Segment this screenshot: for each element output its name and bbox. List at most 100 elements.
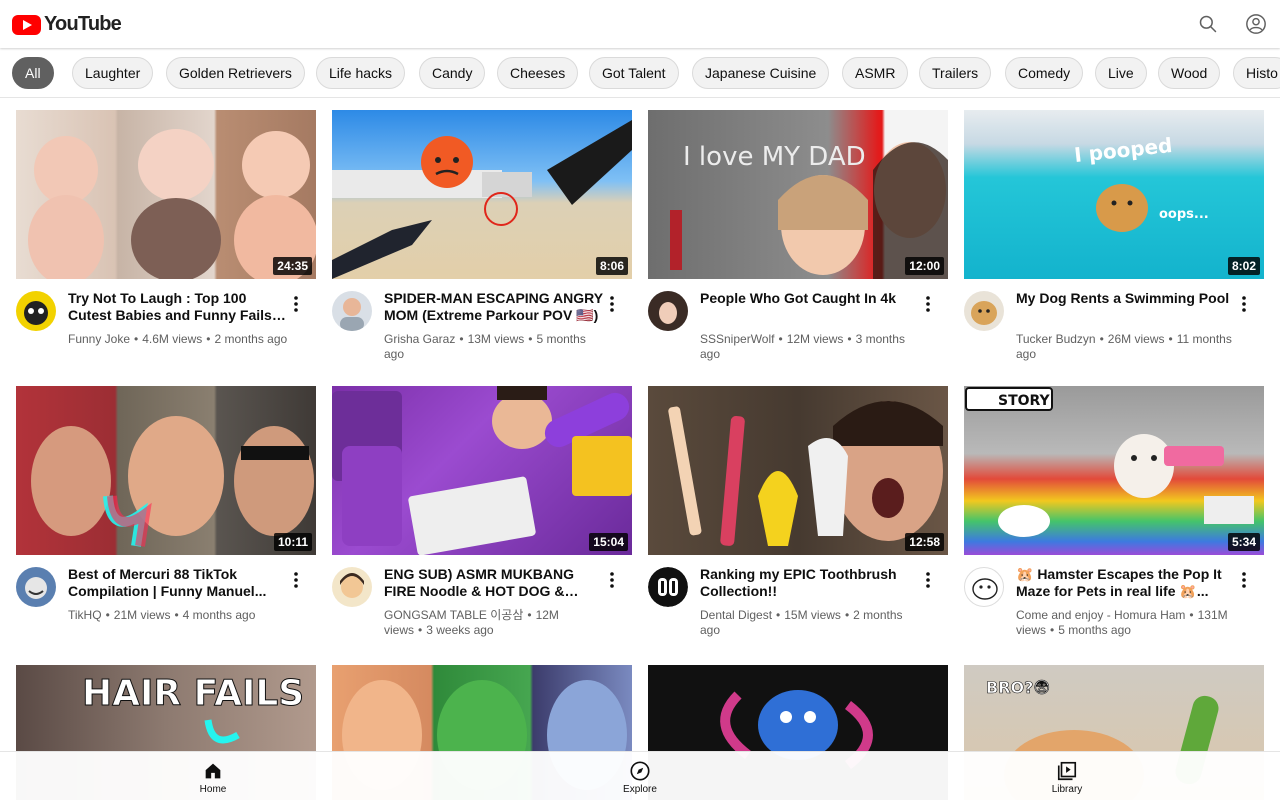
account-button[interactable] bbox=[1244, 12, 1268, 36]
more-options-button[interactable] bbox=[920, 568, 936, 592]
nav-explore-label: Explore bbox=[623, 784, 657, 795]
thumbnail-art bbox=[28, 129, 316, 279]
chip-history[interactable]: Histo bbox=[1233, 57, 1280, 89]
bottom-navigation: Home Explore Library bbox=[0, 751, 1280, 800]
search-icon bbox=[1199, 15, 1217, 33]
avatar-image bbox=[648, 291, 688, 331]
chip-japanese-cuisine[interactable]: Japanese Cuisine bbox=[692, 57, 830, 89]
video-title[interactable]: ENG SUB) ASMR MUKBANG FIRE Noodle & HOT … bbox=[384, 566, 604, 600]
chip-live[interactable]: Live bbox=[1095, 57, 1147, 89]
channel-avatar[interactable] bbox=[964, 291, 1004, 331]
channel-avatar[interactable] bbox=[332, 567, 372, 607]
channel-avatar[interactable] bbox=[332, 291, 372, 331]
more-vert-icon bbox=[926, 296, 930, 312]
video-thumbnail[interactable]: 10:11 bbox=[16, 386, 316, 555]
chip-got-talent[interactable]: Got Talent bbox=[589, 57, 679, 89]
channel-name[interactable]: SSSniperWolf bbox=[700, 332, 774, 346]
chip-wood[interactable]: Wood bbox=[1158, 57, 1221, 89]
nav-library-label: Library bbox=[1051, 784, 1083, 795]
video-title[interactable]: People Who Got Caught In 4k bbox=[700, 290, 920, 307]
more-options-button[interactable] bbox=[920, 292, 936, 316]
video-duration: 8:06 bbox=[595, 257, 628, 275]
video-meta: Grisha Garaz • 13M views • 5 months ago bbox=[384, 332, 586, 361]
video-title[interactable]: Try Not To Laugh : Top 100 Cutest Babies… bbox=[68, 290, 288, 324]
video-thumbnail[interactable]: 24:35 bbox=[16, 110, 316, 279]
nav-library[interactable]: Library bbox=[1027, 760, 1107, 795]
video-duration: 15:04 bbox=[589, 533, 628, 551]
video-thumbnail[interactable]: 12:58 bbox=[648, 386, 948, 555]
channel-name[interactable]: Funny Joke bbox=[68, 332, 130, 346]
avatar-image bbox=[648, 567, 688, 607]
video-title[interactable]: My Dog Rents a Swimming Pool bbox=[1016, 290, 1236, 307]
channel-name[interactable]: Dental Digest bbox=[700, 608, 772, 622]
video-meta: GONGSAM TABLE 이공삼 • 12M views • 3 weeks ago bbox=[384, 608, 559, 637]
video-thumbnail[interactable]: I love MY DAD 12:00 bbox=[648, 110, 948, 279]
channel-name[interactable]: Grisha Garaz bbox=[384, 332, 455, 346]
video-thumbnail[interactable]: STORY 5:34 bbox=[964, 386, 1264, 555]
video-thumbnail[interactable]: 15:04 bbox=[332, 386, 632, 555]
chip-laughter[interactable]: Laughter bbox=[72, 57, 154, 89]
more-options-button[interactable] bbox=[288, 292, 304, 316]
video-thumbnail[interactable]: I pooped oops... 8:02 bbox=[964, 110, 1264, 279]
video-meta: TikHQ • 21M views • 4 months ago bbox=[68, 608, 256, 622]
avatar-image bbox=[971, 301, 997, 325]
chip-golden-retrievers[interactable]: Golden Retrievers bbox=[166, 57, 305, 89]
more-options-button[interactable] bbox=[1236, 568, 1252, 592]
video-duration: 5:34 bbox=[1227, 533, 1260, 551]
library-icon bbox=[1057, 761, 1077, 781]
more-vert-icon bbox=[294, 296, 298, 312]
video-thumbnail[interactable]: 8:06 bbox=[332, 110, 632, 279]
view-count: 21M views bbox=[113, 608, 171, 622]
thumbnail-caption: STORY bbox=[998, 393, 1051, 409]
more-options-button[interactable] bbox=[1236, 292, 1252, 316]
video-meta: Tucker Budzyn • 26M views • 11 months ago bbox=[1016, 332, 1232, 361]
channel-name[interactable]: GONGSAM TABLE 이공삼 bbox=[384, 608, 523, 622]
upload-age: 4 months ago bbox=[182, 608, 256, 622]
chip-asmr[interactable]: ASMR bbox=[842, 57, 909, 89]
channel-avatar[interactable] bbox=[16, 291, 56, 331]
channel-avatar[interactable] bbox=[964, 567, 1004, 607]
thumbnail-art: STORY bbox=[965, 387, 1254, 537]
channel-avatar[interactable] bbox=[648, 567, 688, 607]
video-title[interactable]: 🐹 Hamster Escapes the Pop It Maze for Pe… bbox=[1016, 566, 1236, 600]
video-duration: 24:35 bbox=[273, 257, 312, 275]
thumbnail-caption: I love MY DAD bbox=[683, 142, 866, 172]
view-count: 12M views bbox=[786, 332, 844, 346]
video-title[interactable]: Best of Mercuri 88 TikTok Compilation | … bbox=[68, 566, 288, 600]
video-meta: Funny Joke • 4.6M views • 2 months ago bbox=[68, 332, 288, 346]
chip-all[interactable]: All bbox=[12, 57, 54, 89]
chip-comedy[interactable]: Comedy bbox=[1005, 57, 1084, 89]
video-title[interactable]: Ranking my EPIC Toothbrush Collection!! bbox=[700, 566, 920, 600]
upload-age: 3 weeks ago bbox=[426, 623, 494, 637]
logo-text: YouTube bbox=[44, 13, 122, 35]
youtube-logo[interactable]: YouTube bbox=[12, 13, 122, 36]
nav-explore[interactable]: Explore bbox=[600, 760, 680, 795]
thumbnail-caption-secondary: oops... bbox=[1159, 207, 1209, 222]
search-button[interactable] bbox=[1196, 12, 1220, 36]
chip-life-hacks[interactable]: Life hacks bbox=[316, 57, 406, 89]
nav-home[interactable]: Home bbox=[173, 760, 253, 795]
channel-avatar[interactable] bbox=[648, 291, 688, 331]
category-chip-bar: All Laughter Golden Retrievers Life hack… bbox=[0, 48, 1280, 98]
explore-icon bbox=[630, 761, 650, 781]
channel-name[interactable]: Come and enjoy - Homura Ham bbox=[1016, 608, 1185, 622]
video-title[interactable]: SPIDER-MAN ESCAPING ANGRY MOM (Extreme P… bbox=[384, 290, 604, 324]
chip-candy[interactable]: Candy bbox=[419, 57, 486, 89]
top-app-bar: YouTube bbox=[0, 0, 1280, 48]
channel-avatar[interactable] bbox=[16, 567, 56, 607]
upload-age: 2 months ago bbox=[214, 332, 288, 346]
video-meta: SSSniperWolf • 12M views • 3 months ago bbox=[700, 332, 905, 361]
more-vert-icon bbox=[1242, 296, 1246, 312]
avatar-image bbox=[340, 298, 364, 331]
view-count: 26M views bbox=[1107, 332, 1165, 346]
more-options-button[interactable] bbox=[288, 568, 304, 592]
chip-cheeses[interactable]: Cheeses bbox=[497, 57, 579, 89]
channel-name[interactable]: Tucker Budzyn bbox=[1016, 332, 1096, 346]
more-options-button[interactable] bbox=[604, 568, 620, 592]
thumbnail-caption: HAIR FAILS bbox=[82, 673, 304, 714]
channel-name[interactable]: TikHQ bbox=[68, 608, 102, 622]
thumbnail-art: I pooped oops... bbox=[1073, 133, 1209, 232]
youtube-play-icon bbox=[12, 14, 41, 35]
chip-trailers[interactable]: Trailers bbox=[919, 57, 992, 89]
more-options-button[interactable] bbox=[604, 292, 620, 316]
